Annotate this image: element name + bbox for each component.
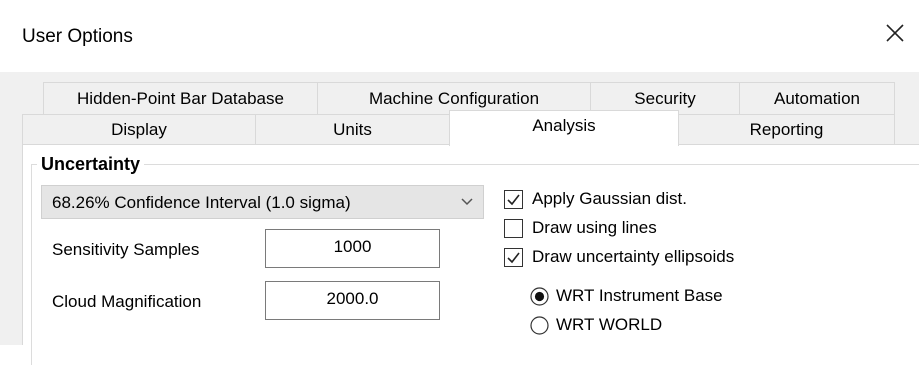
window-title: User Options bbox=[22, 26, 133, 47]
tab-units[interactable]: Units bbox=[255, 114, 450, 145]
tab-reporting[interactable]: Reporting bbox=[678, 114, 895, 145]
sensitivity-samples-field[interactable]: 1000 bbox=[265, 229, 440, 268]
tab-automation[interactable]: Automation bbox=[739, 82, 895, 116]
tab-label: Display bbox=[111, 120, 167, 139]
draw-uncertainty-ellipsoids-label: Draw uncertainty ellipsoids bbox=[532, 247, 735, 266]
title-bar: User Options bbox=[0, 0, 919, 72]
draw-uncertainty-ellipsoids-checkbox[interactable] bbox=[504, 248, 523, 267]
apply-gaussian-label: Apply Gaussian dist. bbox=[532, 189, 687, 208]
tab-label: Hidden-Point Bar Database bbox=[77, 89, 284, 108]
cloud-magnification-field[interactable]: 2000.0 bbox=[265, 281, 440, 320]
close-icon[interactable] bbox=[880, 18, 910, 48]
wrt-world-label: WRT WORLD bbox=[556, 315, 663, 334]
tab-analysis[interactable]: Analysis bbox=[449, 110, 679, 146]
tab-label: Analysis bbox=[532, 116, 596, 135]
tab-label: Automation bbox=[774, 89, 860, 108]
draw-using-lines-checkbox[interactable] bbox=[504, 219, 523, 238]
sensitivity-samples-label: Sensitivity Samples bbox=[52, 240, 200, 259]
tab-label: Security bbox=[634, 89, 696, 108]
confidence-interval-value: 68.26% Confidence Interval (1.0 sigma) bbox=[52, 193, 351, 212]
tab-display[interactable]: Display bbox=[22, 114, 256, 145]
cloud-magnification-label: Cloud Magnification bbox=[52, 292, 202, 311]
confidence-interval-select[interactable]: 68.26% Confidence Interval (1.0 sigma) bbox=[41, 185, 484, 219]
checkmark-icon bbox=[507, 252, 520, 264]
chevron-down-icon bbox=[461, 198, 473, 206]
uncertainty-group-label: Uncertainty bbox=[37, 154, 145, 175]
tab-label: Units bbox=[333, 120, 372, 139]
wrt-world-radio[interactable] bbox=[530, 316, 549, 335]
tab-label: Reporting bbox=[749, 120, 824, 139]
tab-hidden-point-bar-database[interactable]: Hidden-Point Bar Database bbox=[43, 82, 318, 116]
wrt-instrument-base-label: WRT Instrument Base bbox=[556, 286, 723, 305]
tab-label: Machine Configuration bbox=[368, 89, 540, 108]
checkmark-icon bbox=[507, 194, 520, 206]
draw-using-lines-label: Draw using lines bbox=[532, 218, 657, 237]
apply-gaussian-checkbox[interactable] bbox=[504, 190, 523, 209]
wrt-instrument-base-radio[interactable] bbox=[530, 287, 549, 306]
